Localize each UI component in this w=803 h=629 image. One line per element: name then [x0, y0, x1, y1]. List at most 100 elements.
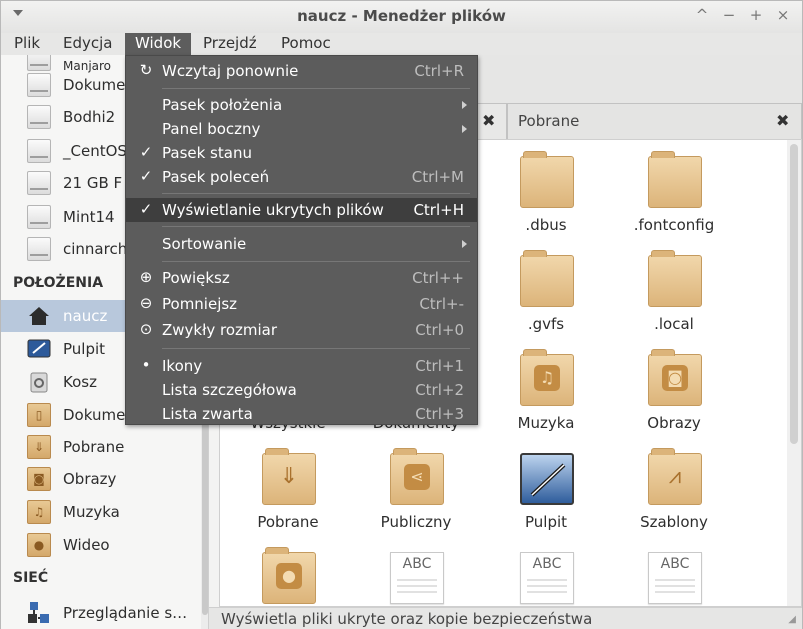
- window-title: naucz - Menedżer plików: [297, 7, 506, 25]
- check-icon: ✓: [139, 200, 153, 218]
- drive-icon: [27, 237, 51, 261]
- tab-pobrane[interactable]: Pobrane ✖: [507, 103, 802, 139]
- downloads-folder-icon: ⇓: [262, 448, 316, 505]
- menu-pomoc[interactable]: Pomoc: [281, 33, 331, 55]
- file-item[interactable]: .gvfs: [486, 243, 606, 339]
- submenu-arrow-icon: [462, 101, 467, 109]
- file-item[interactable]: ABC: [486, 540, 606, 606]
- sidebar-item-wideo[interactable]: ● Wideo: [1, 529, 201, 561]
- share-folder-icon: ⋖: [390, 448, 444, 505]
- file-manager-window: naucz - Menedżer plików ^ − + × Plik Edy…: [0, 0, 803, 629]
- pictures-folder-icon: ◙: [648, 349, 702, 406]
- widok-menu: ↻ Wczytaj ponownie Ctrl+R Pasek położeni…: [125, 55, 478, 425]
- sidebar-item-obrazy[interactable]: ◙ Obrazy: [1, 463, 201, 495]
- menu-item-zoom-out[interactable]: ⊖ Pomniejsz Ctrl+-: [126, 292, 477, 316]
- title-bar: naucz - Menedżer plików ^ − + ×: [1, 1, 802, 33]
- video-folder-icon: ●: [262, 547, 316, 604]
- zoom-normal-icon: ⊙: [139, 320, 153, 338]
- music-folder-icon: ♫: [27, 500, 51, 524]
- menu-item-detailed-list[interactable]: Lista szczegółowa Ctrl+2: [126, 378, 477, 402]
- status-text: Wyświetla pliki ukryte oraz kopie bezpie…: [221, 610, 593, 628]
- menu-przejdz[interactable]: Przejdź: [203, 33, 257, 55]
- sidebar-item-pobrane[interactable]: ⇓ Pobrane: [1, 431, 201, 463]
- file-item[interactable]: ABC: [614, 540, 734, 606]
- templates-folder-icon: ⩘: [648, 448, 702, 505]
- file-view-scrollbar[interactable]: [787, 140, 801, 606]
- text-file-icon: ABC: [648, 552, 702, 604]
- home-icon: [29, 307, 49, 325]
- file-item[interactable]: ⋖ Publiczny: [356, 441, 476, 537]
- desktop-icon: [27, 339, 51, 358]
- documents-folder-icon: ▯: [27, 403, 51, 427]
- sidebar-item-network[interactable]: Przeglądanie s…: [1, 597, 201, 629]
- file-item[interactable]: ⇓ Pobrane: [228, 441, 348, 537]
- menu-separator: [162, 193, 470, 194]
- tab-close-icon[interactable]: ✖: [776, 111, 789, 130]
- zoom-in-icon: ⊕: [139, 268, 153, 286]
- network-header: SIEĆ: [13, 570, 49, 586]
- drive-icon: [27, 139, 51, 163]
- submenu-arrow-icon: [462, 125, 467, 133]
- resize-grip-icon[interactable]: ◢: [788, 614, 796, 625]
- network-icon: [28, 602, 49, 623]
- desktop-icon: [520, 453, 574, 505]
- check-icon: ✓: [139, 167, 153, 185]
- folder-icon: [648, 151, 702, 208]
- file-item[interactable]: ●: [228, 540, 348, 606]
- menu-item-location-bar[interactable]: Pasek położenia: [126, 93, 477, 117]
- menu-separator: [162, 88, 470, 89]
- menu-item-normal-size[interactable]: ⊙ Zwykły rozmiar Ctrl+0: [126, 318, 477, 342]
- drive-icon: [27, 73, 51, 97]
- menu-item-zoom-in[interactable]: ⊕ Powiększ Ctrl++: [126, 266, 477, 290]
- status-bar: Wyświetla pliki ukryte oraz kopie bezpie…: [209, 607, 802, 629]
- reload-icon: ↻: [139, 61, 153, 79]
- menu-plik[interactable]: Plik: [14, 33, 40, 55]
- drive-icon: [27, 171, 51, 195]
- folder-icon: [520, 250, 574, 307]
- places-header: POŁOŻENIA: [13, 275, 104, 291]
- file-item[interactable]: .fontconfig: [614, 144, 734, 240]
- shade-button[interactable]: ^: [692, 6, 712, 24]
- menu-bar: Plik Edycja Widok Przejdź Pomoc: [1, 33, 802, 55]
- minimize-button[interactable]: −: [719, 6, 739, 24]
- menu-item-status-bar[interactable]: ✓ Pasek stanu: [126, 141, 477, 165]
- menu-edycja[interactable]: Edycja: [63, 33, 112, 55]
- file-item[interactable]: Pulpit: [486, 441, 606, 537]
- file-item[interactable]: ◙ Obrazy: [614, 342, 734, 438]
- sidebar-item-muzyka[interactable]: ♫ Muzyka: [1, 496, 201, 528]
- menu-separator: [162, 261, 470, 262]
- drive-icon: [27, 205, 51, 229]
- menu-separator: [162, 348, 470, 349]
- menu-item-show-hidden[interactable]: ✓ Wyświetlanie ukrytych plików Ctrl+H: [126, 198, 477, 222]
- trash-icon: [30, 372, 48, 393]
- video-folder-icon: ●: [27, 533, 51, 557]
- file-item[interactable]: ♫ Muzyka: [486, 342, 606, 438]
- folder-icon: [648, 250, 702, 307]
- menu-item-sorting[interactable]: Sortowanie: [126, 232, 477, 256]
- menu-item-toolbar[interactable]: ✓ Pasek poleceń Ctrl+M: [126, 165, 477, 189]
- file-item[interactable]: .dbus: [486, 144, 606, 240]
- file-item[interactable]: ABC: [356, 540, 476, 606]
- menu-item-side-panel[interactable]: Panel boczny: [126, 117, 477, 141]
- menu-item-icons-view[interactable]: • Ikony Ctrl+1: [126, 354, 477, 378]
- submenu-arrow-icon: [462, 240, 467, 248]
- check-icon: ✓: [139, 143, 153, 161]
- menu-item-reload[interactable]: ↻ Wczytaj ponownie Ctrl+R: [126, 59, 477, 83]
- close-button[interactable]: ×: [773, 6, 793, 24]
- tab-close-icon[interactable]: ✖: [482, 111, 495, 130]
- file-view-scrollbar-thumb[interactable]: [790, 144, 798, 444]
- text-file-icon: ABC: [390, 552, 444, 604]
- menu-item-compact-list[interactable]: Lista zwarta Ctrl+3: [126, 402, 477, 426]
- music-folder-icon: ♫: [520, 349, 574, 406]
- menu-widok[interactable]: Widok: [125, 33, 191, 55]
- file-item[interactable]: .local: [614, 243, 734, 339]
- text-file-icon: ABC: [520, 552, 574, 604]
- maximize-button[interactable]: +: [746, 6, 766, 24]
- downloads-folder-icon: ⇓: [27, 435, 51, 459]
- radio-bullet-icon: •: [141, 356, 151, 374]
- pictures-folder-icon: ◙: [27, 467, 51, 491]
- drive-icon: [27, 105, 51, 129]
- folder-icon: [520, 151, 574, 208]
- menu-separator: [162, 226, 470, 227]
- file-item[interactable]: ⩘ Szablony: [614, 441, 734, 537]
